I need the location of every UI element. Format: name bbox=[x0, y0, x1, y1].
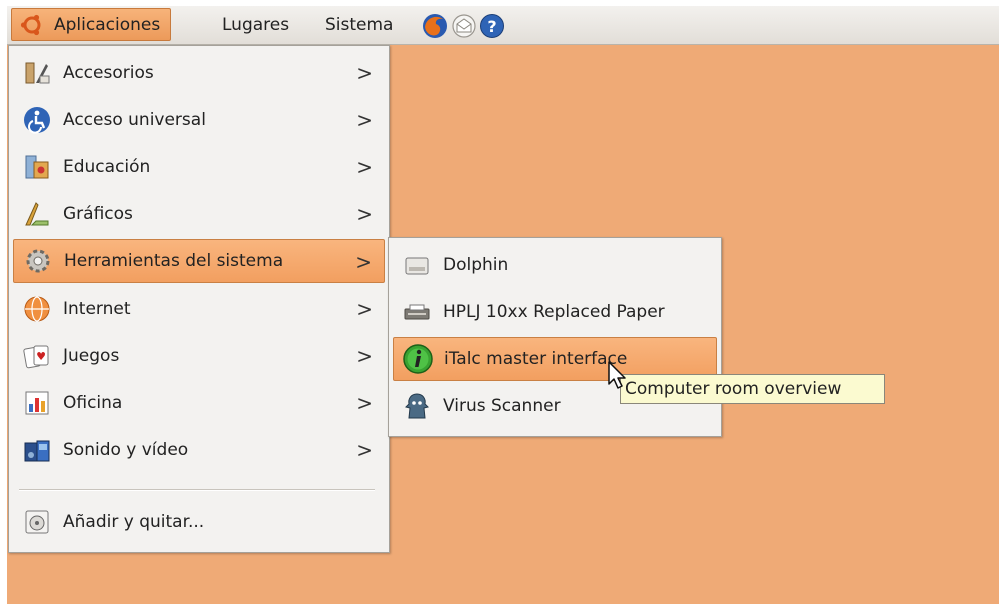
menu-item-label: Juegos bbox=[63, 346, 120, 366]
submenu-arrow-icon: > bbox=[356, 344, 373, 368]
multimedia-icon bbox=[21, 434, 53, 466]
graphics-icon bbox=[21, 198, 53, 230]
system-menu-label: Sistema bbox=[325, 15, 394, 35]
menu-item-acceso-universal[interactable]: Acceso universal > bbox=[13, 98, 385, 142]
menu-item-label: Oficina bbox=[63, 393, 123, 413]
submenu-item-hplj[interactable]: HPLJ 10xx Replaced Paper bbox=[393, 290, 717, 334]
menu-item-accesorios[interactable]: Accesorios > bbox=[13, 51, 385, 95]
submenu-arrow-icon: > bbox=[356, 438, 373, 462]
system-tools-submenu: Dolphin HPLJ 10xx Replaced Paper iTalc m… bbox=[388, 237, 722, 437]
accessories-icon bbox=[21, 57, 53, 89]
education-icon bbox=[21, 151, 53, 183]
applications-dropdown: Accesorios > Acceso universal > Educació… bbox=[8, 45, 390, 553]
submenu-arrow-icon: > bbox=[356, 202, 373, 226]
mouse-pointer-icon bbox=[608, 361, 626, 389]
submenu-arrow-icon: > bbox=[356, 297, 373, 321]
submenu-arrow-icon: > bbox=[355, 250, 372, 274]
submenu-item-dolphin[interactable]: Dolphin bbox=[393, 243, 717, 287]
submenu-item-label: Dolphin bbox=[443, 255, 509, 275]
printer-icon bbox=[401, 296, 433, 328]
menu-item-internet[interactable]: Internet > bbox=[13, 287, 385, 331]
submenu-arrow-icon: > bbox=[356, 155, 373, 179]
menu-item-label: Sonido y vídeo bbox=[63, 440, 189, 460]
games-icon: ♥ bbox=[21, 340, 53, 372]
help-icon[interactable]: ? bbox=[479, 13, 505, 39]
menu-item-sonido-y-video[interactable]: Sonido y vídeo > bbox=[13, 428, 385, 472]
menu-separator bbox=[19, 489, 375, 491]
menu-item-anadir-y-quitar[interactable]: Añadir y quitar... bbox=[13, 500, 385, 544]
italc-icon bbox=[402, 343, 434, 375]
menu-item-label: Accesorios bbox=[63, 63, 154, 83]
drive-icon bbox=[401, 249, 433, 281]
menu-item-label: Internet bbox=[63, 299, 131, 319]
menu-item-label: Acceso universal bbox=[63, 110, 206, 130]
menu-item-label: Añadir y quitar... bbox=[63, 512, 205, 532]
firefox-icon[interactable] bbox=[422, 13, 448, 39]
submenu-item-label: HPLJ 10xx Replaced Paper bbox=[443, 302, 665, 322]
ubuntu-logo-icon bbox=[20, 14, 41, 35]
submenu-arrow-icon: > bbox=[356, 61, 373, 85]
system-menu[interactable]: Sistema bbox=[325, 9, 393, 41]
menu-item-herramientas-del-sistema[interactable]: Herramientas del sistema > bbox=[13, 239, 385, 283]
tooltip: Computer room overview bbox=[620, 374, 885, 404]
menu-item-label: Educación bbox=[63, 157, 151, 177]
mail-icon[interactable] bbox=[451, 13, 477, 39]
tooltip-text: Computer room overview bbox=[625, 379, 842, 399]
menu-item-label: Gráficos bbox=[63, 204, 133, 224]
internet-icon bbox=[21, 293, 53, 325]
submenu-arrow-icon: > bbox=[356, 391, 373, 415]
add-remove-icon bbox=[21, 506, 53, 538]
menu-item-juegos[interactable]: ♥ Juegos > bbox=[13, 334, 385, 378]
svg-text:?: ? bbox=[487, 17, 496, 36]
accessibility-icon bbox=[21, 104, 53, 136]
applications-menu[interactable]: Aplicaciones bbox=[11, 8, 172, 41]
menu-item-graficos[interactable]: Gráficos > bbox=[13, 192, 385, 236]
top-panel: Aplicaciones Lugares Sistema ? bbox=[7, 6, 999, 45]
menu-item-oficina[interactable]: Oficina > bbox=[13, 381, 385, 425]
applications-menu-label: Aplicaciones bbox=[54, 14, 161, 35]
menu-item-label: Herramientas del sistema bbox=[64, 251, 284, 271]
system-tools-icon bbox=[22, 245, 54, 277]
submenu-arrow-icon: > bbox=[356, 108, 373, 132]
submenu-item-label: Virus Scanner bbox=[443, 396, 561, 416]
office-icon bbox=[21, 387, 53, 419]
virus-scanner-icon bbox=[401, 390, 433, 422]
svg-text:♥: ♥ bbox=[36, 350, 46, 363]
menu-item-educacion[interactable]: Educación > bbox=[13, 145, 385, 189]
places-menu-label: Lugares bbox=[222, 15, 290, 35]
submenu-item-label: iTalc master interface bbox=[444, 349, 628, 369]
places-menu[interactable]: Lugares bbox=[222, 9, 289, 41]
